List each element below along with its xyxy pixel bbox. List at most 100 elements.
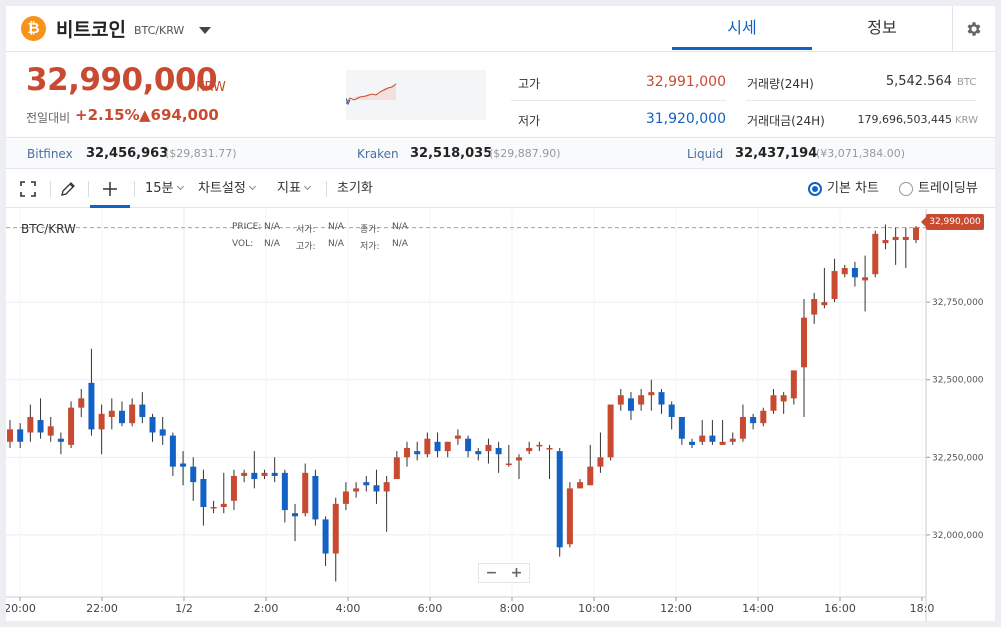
- candle-body: [302, 472, 309, 514]
- candle-body: [444, 441, 451, 452]
- tab-quote[interactable]: 시세: [672, 6, 812, 50]
- crosshair-icon[interactable]: [90, 170, 130, 208]
- legend-price-value: N/A: [264, 222, 280, 232]
- price-unit: KRW: [196, 80, 226, 95]
- x-tick-label: 2:00: [254, 602, 279, 615]
- y-tick-label: 32,500,000: [932, 376, 984, 386]
- candle-body: [841, 267, 848, 275]
- header: ₿ 비트코인 BTC/KRW 시세 정보: [6, 6, 995, 52]
- reset-button[interactable]: 초기화: [337, 170, 373, 208]
- price-summary: 32,990,000 KRW 전일대비 +2.15% ▲694,000 고가 3…: [6, 52, 995, 138]
- radio-tradingview[interactable]: [899, 182, 913, 196]
- tradingview-label[interactable]: 트레이딩뷰: [918, 170, 978, 208]
- value-unit: KRW: [955, 115, 978, 126]
- volume-unit: BTC: [957, 77, 977, 88]
- candle-body: [292, 513, 299, 517]
- exchange-name: Bitfinex: [27, 147, 73, 161]
- legend-vol-value: N/A: [264, 239, 280, 249]
- basic-chart-label[interactable]: 기본 차트: [827, 170, 879, 208]
- settings-gear-icon[interactable]: [952, 6, 995, 51]
- interval-label: 15분: [145, 181, 174, 196]
- divider: [88, 181, 89, 197]
- candle-body: [882, 240, 889, 244]
- zoom-in-button[interactable]: +: [504, 564, 529, 582]
- candle-body: [180, 463, 187, 467]
- candle-body: [913, 227, 919, 241]
- candle-body: [27, 416, 34, 433]
- y-tick-label: 32,750,000: [932, 298, 984, 308]
- candle-body: [169, 435, 176, 467]
- candle-body: [546, 448, 553, 450]
- chart-toolbar: 15분 차트설정 지표 초기화 기본 차트 트레이딩뷰: [6, 170, 995, 208]
- mini-sparkline: [345, 70, 486, 120]
- divider: [50, 181, 51, 197]
- indicators-select[interactable]: 지표: [277, 170, 311, 208]
- candle-body: [210, 506, 217, 509]
- coin-pair: BTC/KRW: [134, 24, 185, 37]
- tab-info[interactable]: 정보: [812, 6, 952, 51]
- candle-body: [587, 466, 594, 486]
- candle-body: [750, 416, 757, 424]
- current-price-tag: 32,990,000: [921, 214, 984, 230]
- chart-canvas[interactable]: 32,000,000 32,250,000 32,500,000 32,750,000…: [6, 209, 995, 621]
- chevron-down-icon: [303, 182, 311, 191]
- radio-basic-chart[interactable]: [808, 182, 822, 196]
- candle-body: [505, 463, 512, 466]
- x-tick-label: 10:00: [578, 602, 610, 615]
- draw-pencil-icon[interactable]: [60, 170, 80, 208]
- candle-body: [872, 233, 879, 275]
- legend-open-label: 시가:: [296, 225, 316, 235]
- candle-body: [88, 382, 95, 430]
- candle-body: [230, 475, 237, 501]
- legend-high-value: N/A: [328, 239, 344, 249]
- candle-body: [526, 448, 533, 452]
- candle-body: [241, 472, 248, 476]
- candle-body: [902, 236, 909, 241]
- legend-low-value: N/A: [392, 239, 408, 249]
- app-window: ₿ 비트코인 BTC/KRW 시세 정보 32,990,000 KRW 전일대비…: [6, 6, 995, 621]
- candle-body: [851, 267, 858, 278]
- candle-body: [404, 448, 411, 458]
- candle-body: [709, 435, 716, 442]
- candle-body: [47, 426, 54, 436]
- candle-body: [607, 404, 614, 458]
- candle-body: [577, 482, 584, 489]
- interval-select[interactable]: 15분: [145, 170, 184, 208]
- legend-open-value: N/A: [328, 222, 344, 232]
- zoom-out-button[interactable]: −: [479, 564, 504, 582]
- chart-settings-select[interactable]: 차트설정: [198, 170, 256, 208]
- fullscreen-icon[interactable]: [20, 170, 40, 208]
- x-tick-label: 22:00: [86, 602, 118, 615]
- divider: [134, 181, 135, 197]
- candle-body: [312, 475, 319, 520]
- low-value: 31,920,000: [645, 111, 726, 127]
- candle-body: [475, 451, 482, 455]
- volume-value: 5,542.564: [885, 74, 952, 89]
- candle-body: [78, 398, 85, 408]
- candle-body: [363, 482, 370, 486]
- candle-body: [281, 472, 288, 511]
- candle-body: [342, 491, 349, 504]
- exchange-name: Kraken: [357, 147, 399, 161]
- exchange-alt-price: (¥3,071,384.00): [816, 147, 906, 160]
- candle-body: [190, 466, 197, 483]
- candle-body: [383, 482, 390, 492]
- y-tick-label: 32,250,000: [932, 453, 984, 463]
- bitcoin-logo-icon: ₿: [21, 16, 46, 41]
- x-tick-label: 18:0: [910, 602, 935, 615]
- coin-select-caret-icon[interactable]: [199, 27, 211, 34]
- candle-body: [98, 413, 105, 430]
- candle-body: [739, 416, 746, 439]
- exchange-prices: Bitfinex 32,456,963 ($29,831.77) Kraken …: [6, 139, 995, 169]
- legend-low-label: 저가:: [360, 242, 380, 252]
- stat-divider: [511, 100, 726, 101]
- candle-body: [393, 457, 400, 480]
- candle-body: [495, 448, 502, 455]
- divider: [326, 181, 327, 197]
- legend-close-value: N/A: [392, 222, 408, 232]
- candlestick-chart[interactable]: 32,000,000 32,250,000 32,500,000 32,750,000…: [6, 209, 995, 621]
- candle-body: [159, 429, 166, 436]
- exchange-alt-price: ($29,831.77): [165, 147, 237, 160]
- value-label: 거래대금(24H): [747, 114, 825, 128]
- coin-name[interactable]: 비트코인: [56, 15, 126, 42]
